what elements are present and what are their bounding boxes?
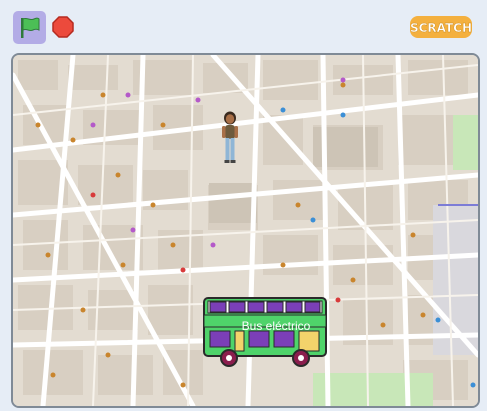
person-sprite[interactable] (218, 111, 242, 165)
logo-text: SCRATCH (410, 21, 472, 35)
electric-bus-sprite[interactable] (201, 295, 331, 371)
stage[interactable]: Bus eléctrico (11, 53, 480, 408)
green-flag-icon (20, 17, 39, 38)
stage-header: SCRATCH (0, 0, 487, 52)
scratch-logo: SCRATCH (409, 14, 473, 40)
stop-sign-icon (52, 16, 74, 38)
scratch-logo-icon: SCRATCH (410, 16, 472, 38)
green-flag-button[interactable] (13, 11, 46, 44)
stop-button[interactable] (52, 16, 74, 38)
